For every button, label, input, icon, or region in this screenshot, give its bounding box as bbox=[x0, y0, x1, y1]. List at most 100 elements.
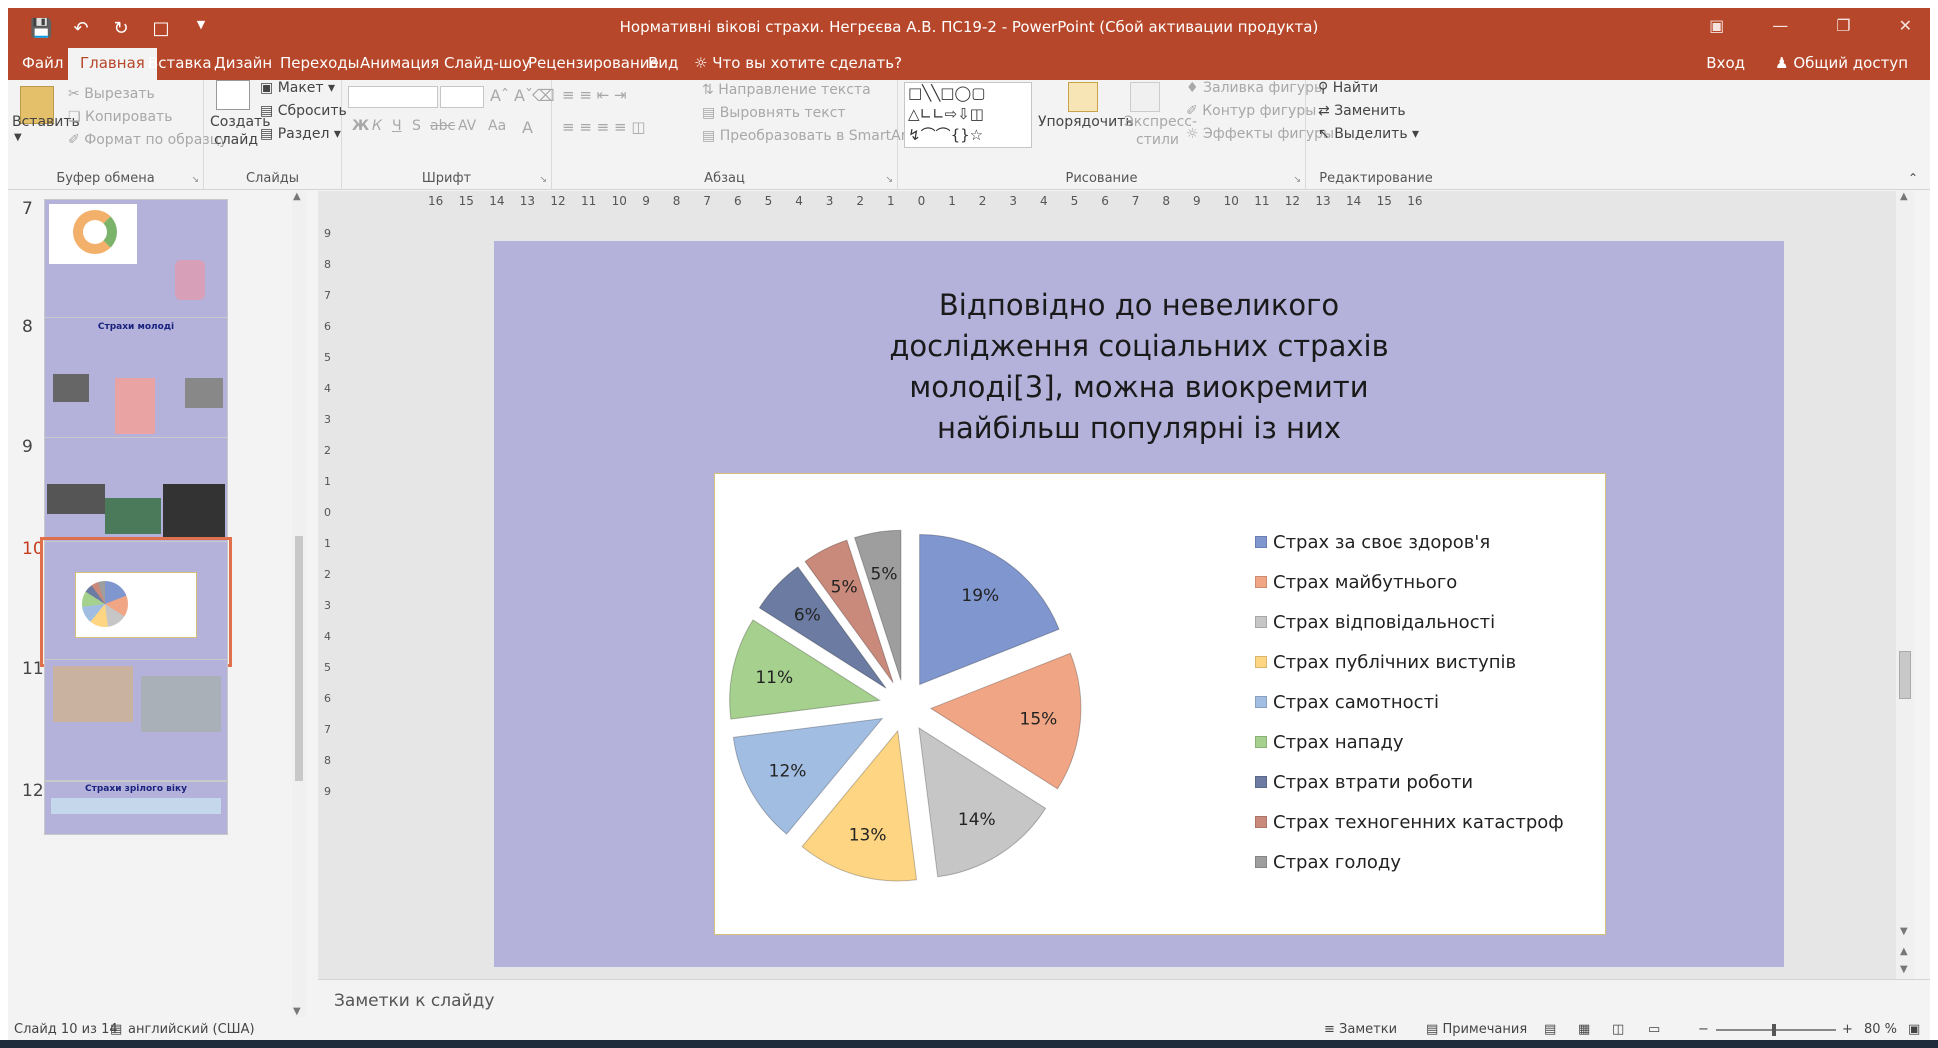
previous-slide-icon[interactable]: ▲ bbox=[1900, 946, 1908, 957]
char-spacing-button[interactable]: AV bbox=[458, 118, 476, 134]
share-button[interactable]: ♟ Общий доступ bbox=[1775, 54, 1908, 72]
sign-in-link[interactable]: Вход bbox=[1706, 54, 1745, 72]
arrange-button[interactable]: Упорядочить bbox=[1038, 114, 1134, 130]
zoom-out-icon[interactable]: − bbox=[1698, 1022, 1709, 1037]
bullets-icon[interactable]: ≡ ≡ ⇤ ⇥ bbox=[562, 86, 627, 104]
ruler-tick-label: 7 bbox=[324, 723, 331, 736]
tab-file[interactable]: Файл bbox=[22, 54, 63, 72]
layout-button[interactable]: ▣ Макет ▾ bbox=[260, 80, 335, 96]
bold-button[interactable]: Ж bbox=[352, 118, 369, 134]
font-size-select[interactable] bbox=[440, 86, 484, 108]
close-icon[interactable]: ✕ bbox=[1899, 16, 1912, 35]
editor-scrollbar[interactable]: ▲ ▼ ▲ ▼ bbox=[1896, 191, 1914, 979]
new-slide-button-line2[interactable]: слайд bbox=[214, 132, 258, 148]
paragraph-launcher-icon[interactable]: ↘ bbox=[885, 175, 893, 185]
ribbon: Вставить ▼ ✂ Вырезать ❏ Копировать ✐ Фор… bbox=[8, 80, 1930, 190]
notes-pane[interactable]: Заметки к слайду bbox=[318, 979, 1930, 1019]
smartart-label: Преобразовать в SmartArt bbox=[719, 128, 912, 144]
tab-view[interactable]: Вид bbox=[648, 54, 678, 72]
quick-styles-button-line2[interactable]: стили bbox=[1136, 132, 1179, 148]
donut-shape bbox=[73, 210, 117, 254]
collapse-ribbon-icon[interactable]: ⌃ bbox=[1908, 171, 1918, 185]
normal-view-icon[interactable]: ▤ bbox=[1544, 1022, 1556, 1037]
quick-styles-icon[interactable] bbox=[1130, 82, 1160, 112]
zoom-slider-thumb[interactable] bbox=[1772, 1024, 1776, 1036]
ruler-tick-label: 3 bbox=[324, 599, 331, 612]
shapes-gallery[interactable]: □╲╲□◯▢ △∟∟⇨⇩◫ ↯⌒⌒{}☆ bbox=[904, 82, 1032, 148]
language-indicator[interactable]: английский (США) bbox=[128, 1022, 255, 1037]
new-slide-icon[interactable] bbox=[216, 80, 250, 110]
tab-review[interactable]: Рецензирование bbox=[528, 54, 659, 72]
slide-canvas[interactable]: Відповідно до невеликого дослідження соц… bbox=[494, 241, 1784, 967]
slide-thumbnail-11[interactable] bbox=[44, 659, 228, 781]
zoom-slider[interactable] bbox=[1716, 1029, 1836, 1031]
slide-title[interactable]: Відповідно до невеликого дослідження соц… bbox=[694, 285, 1584, 449]
comments-toggle[interactable]: ▤ Примечания bbox=[1426, 1022, 1527, 1037]
grow-font-icon[interactable]: Aˆ Aˇ bbox=[490, 86, 533, 105]
italic-button[interactable]: К bbox=[372, 118, 382, 134]
window-controls: ▣ — ❐ ✕ bbox=[1709, 16, 1912, 35]
notes-toggle[interactable]: ≡ Заметки bbox=[1324, 1022, 1397, 1037]
replace-button[interactable]: ⇄ Заменить bbox=[1318, 103, 1406, 119]
reading-view-icon[interactable]: ◫ bbox=[1612, 1022, 1624, 1037]
text-direction-button[interactable]: ⇅ Направление текста bbox=[702, 82, 871, 98]
paste-dropdown-icon[interactable]: ▼ bbox=[14, 132, 22, 143]
scroll-up-icon[interactable]: ▲ bbox=[293, 191, 301, 202]
arrange-icon[interactable] bbox=[1068, 82, 1098, 112]
spellcheck-icon[interactable]: ▤ bbox=[110, 1022, 122, 1037]
find-button[interactable]: ⚲ Найти bbox=[1318, 80, 1378, 96]
group-editing: ⚲ Найти ⇄ Заменить ↖ Выделить ▾ Редактир… bbox=[1306, 80, 1446, 190]
scroll-up-icon[interactable]: ▲ bbox=[1900, 191, 1908, 202]
tell-me-box[interactable]: ☼ Что вы хотите сделать? bbox=[694, 54, 902, 72]
cut-button[interactable]: ✂ Вырезать bbox=[68, 86, 155, 102]
align-icons[interactable]: ≡ ≡ ≡ ≡ ◫ bbox=[562, 118, 646, 136]
scrollbar-thumb[interactable] bbox=[1899, 651, 1911, 699]
slide-sorter-icon[interactable]: ▦ bbox=[1578, 1022, 1590, 1037]
pie-slice[interactable] bbox=[919, 533, 1060, 686]
drawing-launcher-icon[interactable]: ↘ bbox=[1293, 175, 1301, 185]
smartart-button[interactable]: ▤ Преобразовать в SmartArt bbox=[702, 128, 912, 144]
strikethrough-button[interactable]: abc bbox=[430, 118, 455, 134]
slide-thumbnail-12[interactable]: Страхи зрілого віку bbox=[44, 781, 228, 835]
slide-thumbnail-8[interactable]: Страхи молоді bbox=[44, 317, 228, 439]
tab-slideshow[interactable]: Слайд-шоу bbox=[444, 54, 531, 72]
ruler-tick-label: 1 bbox=[948, 194, 956, 208]
shape-fill-button[interactable]: ♦ Заливка фигуры bbox=[1186, 80, 1325, 96]
tab-design[interactable]: Дизайн bbox=[214, 54, 272, 72]
tab-transitions[interactable]: Переходы bbox=[280, 54, 360, 72]
fit-to-window-icon[interactable]: ▣ bbox=[1908, 1022, 1920, 1037]
minimize-icon[interactable]: — bbox=[1772, 16, 1788, 35]
slide-thumbnail-10[interactable] bbox=[40, 537, 232, 667]
next-slide-icon[interactable]: ▼ bbox=[1900, 964, 1908, 975]
pie-chart[interactable]: 19% 15% 14% 13% 12% 11% 6% 5% 5% Страх за своє з… bbox=[714, 473, 1606, 935]
font-family-select[interactable] bbox=[348, 86, 438, 108]
underline-button[interactable]: Ч bbox=[392, 118, 402, 134]
maximize-icon[interactable]: ❐ bbox=[1836, 16, 1850, 35]
slide-thumbnail-7[interactable] bbox=[44, 199, 228, 321]
zoom-in-icon[interactable]: + bbox=[1842, 1022, 1853, 1037]
font-color-icon[interactable]: A bbox=[522, 118, 533, 137]
ruler-tick-label: 16 bbox=[428, 194, 444, 208]
copy-button[interactable]: ❏ Копировать bbox=[68, 109, 172, 125]
tab-home[interactable]: Главная bbox=[68, 48, 157, 80]
zoom-level[interactable]: 80 % bbox=[1864, 1022, 1897, 1037]
clipboard-launcher-icon[interactable]: ↘ bbox=[191, 175, 199, 185]
align-text-button[interactable]: ▤ Выровнять текст bbox=[702, 105, 846, 121]
tab-animation[interactable]: Анимация bbox=[360, 54, 439, 72]
reset-button[interactable]: ▤ Сбросить bbox=[260, 103, 347, 119]
shadow-button[interactable]: S bbox=[412, 118, 421, 134]
tab-insert[interactable]: Вставка bbox=[148, 54, 212, 72]
scroll-down-icon[interactable]: ▼ bbox=[1900, 926, 1908, 937]
section-button[interactable]: ▤ Раздел ▾ bbox=[260, 126, 341, 142]
scroll-down-icon[interactable]: ▼ bbox=[293, 1006, 301, 1017]
notes-icon: ≡ bbox=[1324, 1022, 1335, 1037]
thumbnails-scrollbar[interactable]: ▲ ▼ bbox=[292, 191, 306, 1017]
shape-outline-button[interactable]: ✐ Контур фигуры bbox=[1186, 103, 1316, 119]
slideshow-view-icon[interactable]: ▭ bbox=[1648, 1022, 1660, 1037]
select-button[interactable]: ↖ Выделить ▾ bbox=[1318, 126, 1419, 142]
legend-entry: Страх голоду bbox=[1255, 842, 1564, 882]
font-launcher-icon[interactable]: ↘ bbox=[539, 175, 547, 185]
change-case-button[interactable]: Aa bbox=[488, 118, 506, 134]
ribbon-display-icon[interactable]: ▣ bbox=[1709, 16, 1724, 35]
scrollbar-thumb[interactable] bbox=[295, 536, 303, 781]
